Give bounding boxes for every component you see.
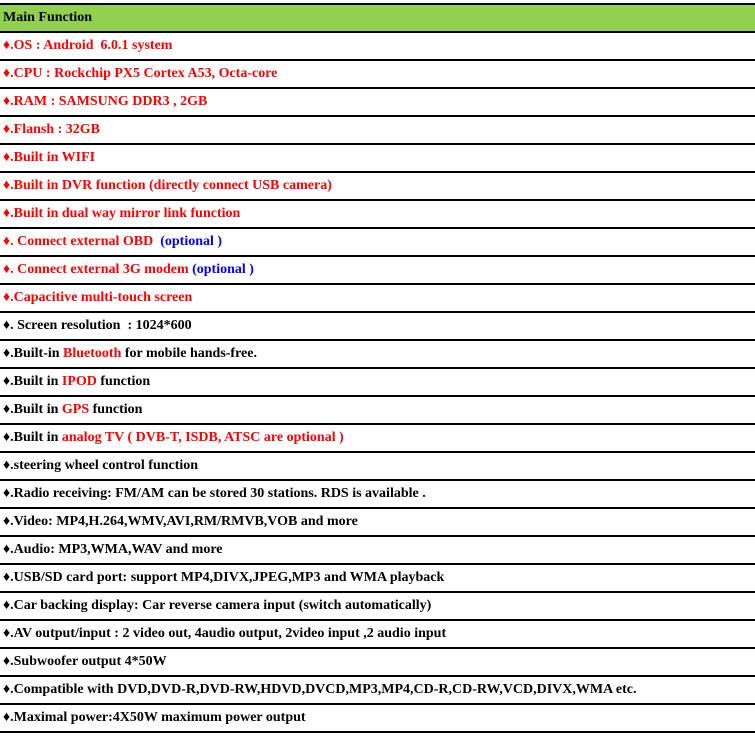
feature-text-segment: ♦.Subwoofer output 4*50W (3, 654, 167, 669)
feature-text-segment: ♦.Video: MP4,H.264,WMV,AVI,RM/RMVB,VOB a… (3, 514, 358, 529)
feature-text-segment: function (89, 402, 143, 417)
feature-cell: ♦.Built in dual way mirror link function (0, 199, 755, 228)
feature-text-segment: ♦.Built in WIFI (3, 150, 96, 165)
feature-text-segment: ♦.Flansh : 32GB (3, 122, 100, 137)
feature-text-segment: ♦.AV output/input : 2 video out, 4audio … (3, 626, 447, 641)
table-row: ♦.Built-in Bluetooth for mobile hands-fr… (0, 339, 755, 368)
table-row: ♦.CPU : Rockchip PX5 Cortex A53, Octa-co… (0, 59, 755, 88)
feature-text-segment: ♦.Built in (3, 430, 62, 445)
feature-text-segment: Bluetooth (63, 346, 122, 361)
feature-text-segment: ♦. Connect external 3G modem (3, 262, 193, 277)
table-row: ♦.Compatible with DVD,DVD-R,DVD-RW,HDVD,… (0, 675, 755, 704)
feature-text-segment: IPOD (61, 374, 97, 389)
feature-text-segment: ♦.steering wheel control function (3, 458, 199, 473)
spec-table-body: Main Function ♦.OS : Android 6.0.1 syste… (0, 3, 755, 733)
table-row: ♦.RAM : SAMSUNG DDR3 , 2GB (0, 87, 755, 116)
feature-cell: ♦.steering wheel control function (0, 451, 755, 480)
feature-cell: ♦.USB/SD card port: support MP4,DIVX,JPE… (0, 563, 755, 592)
feature-text-segment: ♦.Audio: MP3,WMA,WAV and more (3, 542, 223, 557)
feature-cell: ♦.Built in analog TV ( DVB-T, ISDB, ATSC… (0, 423, 755, 452)
feature-text-segment: GPS (61, 402, 90, 417)
feature-cell: ♦.RAM : SAMSUNG DDR3 , 2GB (0, 87, 755, 116)
table-row: ♦.Built in DVR function (directly connec… (0, 171, 755, 200)
table-row: ♦.Built in analog TV ( DVB-T, ISDB, ATSC… (0, 423, 755, 452)
feature-cell: ♦.Capacitive multi-touch screen (0, 283, 755, 312)
feature-cell: ♦.Compatible with DVD,DVD-R,DVD-RW,HDVD,… (0, 675, 755, 704)
feature-cell: ♦.Subwoofer output 4*50W (0, 647, 755, 676)
feature-text-segment: analog TV ( DVB-T, ISDB, ATSC are option… (61, 430, 344, 445)
feature-text-segment: function (96, 374, 151, 389)
feature-text-segment: ♦.Compatible with DVD,DVD-R,DVD-RW,HDVD,… (3, 682, 637, 697)
feature-cell: ♦.AV output/input : 2 video out, 4audio … (0, 619, 755, 648)
table-row: ♦.USB/SD card port: support MP4,DIVX,JPE… (0, 563, 755, 592)
table-row: ♦.OS : Android 6.0.1 system (0, 31, 755, 60)
feature-text-segment: ♦.OS : Android 6.0.1 system (3, 38, 173, 53)
feature-text-segment: ♦.Built in DVR function (directly connec… (3, 178, 332, 193)
table-row: ♦.Flansh : 32GB (0, 115, 755, 144)
feature-text-segment: ♦. Screen resolution : 1024*600 (3, 318, 192, 333)
feature-cell: ♦.Flansh : 32GB (0, 115, 755, 144)
table-row: ♦.Built in WIFI (0, 143, 755, 172)
table-row: ♦.steering wheel control function (0, 451, 755, 480)
table-header-title: Main Function (0, 3, 755, 32)
table-row: ♦.AV output/input : 2 video out, 4audio … (0, 619, 755, 648)
table-header-row: Main Function (0, 3, 755, 32)
feature-text-segment: ♦.Maximal power:4X50W maximum power outp… (3, 710, 306, 725)
feature-text-segment: ♦.Radio receiving: FM/AM can be stored 3… (3, 486, 426, 501)
feature-text-segment: ♦.Built in dual way mirror link function (3, 206, 241, 221)
feature-text-segment: for mobile hands-free. (121, 346, 257, 361)
feature-cell: ♦.Radio receiving: FM/AM can be stored 3… (0, 479, 755, 508)
table-row: ♦.Subwoofer output 4*50W (0, 647, 755, 676)
table-row: ♦.Car backing display: Car reverse camer… (0, 591, 755, 620)
table-row: ♦. Screen resolution : 1024*600 (0, 311, 755, 340)
feature-text-segment: ♦.Built in (3, 402, 62, 417)
table-row: ♦.Video: MP4,H.264,WMV,AVI,RM/RMVB,VOB a… (0, 507, 755, 536)
table-row: ♦.Built in dual way mirror link function (0, 199, 755, 228)
feature-cell: ♦.OS : Android 6.0.1 system (0, 31, 755, 60)
table-row: ♦.Built in GPS function (0, 395, 755, 424)
feature-text-segment: (optional ) (160, 234, 223, 249)
feature-cell: ♦.Car backing display: Car reverse camer… (0, 591, 755, 620)
feature-cell: ♦. Connect external OBD (optional ) (0, 227, 755, 256)
feature-cell: ♦.Audio: MP3,WMA,WAV and more (0, 535, 755, 564)
feature-cell: ♦.Built-in Bluetooth for mobile hands-fr… (0, 339, 755, 368)
feature-text-segment: ♦.Built-in (3, 346, 64, 361)
feature-text-segment: ♦.RAM : SAMSUNG DDR3 , 2GB (3, 94, 208, 109)
table-row: ♦.Maximal power:4X50W maximum power outp… (0, 703, 755, 733)
feature-cell: ♦.Video: MP4,H.264,WMV,AVI,RM/RMVB,VOB a… (0, 507, 755, 536)
feature-cell: ♦.Built in DVR function (directly connec… (0, 171, 755, 200)
table-row: ♦.Built in IPOD function (0, 367, 755, 396)
feature-cell: ♦.CPU : Rockchip PX5 Cortex A53, Octa-co… (0, 59, 755, 88)
feature-cell: ♦.Built in IPOD function (0, 367, 755, 396)
feature-cell: ♦.Built in GPS function (0, 395, 755, 424)
main-function-table: Main Function ♦.OS : Android 6.0.1 syste… (0, 3, 755, 733)
feature-text-segment: ♦.Built in (3, 374, 62, 389)
table-row: ♦.Radio receiving: FM/AM can be stored 3… (0, 479, 755, 508)
table-row: ♦.Capacitive multi-touch screen (0, 283, 755, 312)
feature-text-segment: ♦.Car backing display: Car reverse camer… (3, 598, 432, 613)
feature-cell: ♦.Maximal power:4X50W maximum power outp… (0, 703, 755, 733)
feature-text-segment: ♦. Connect external OBD (3, 234, 161, 249)
table-row: ♦. Connect external 3G modem (optional ) (0, 255, 755, 284)
feature-cell: ♦.Built in WIFI (0, 143, 755, 172)
table-row: ♦.Audio: MP3,WMA,WAV and more (0, 535, 755, 564)
feature-text-segment: (optional ) (192, 262, 254, 277)
table-row: ♦. Connect external OBD (optional ) (0, 227, 755, 256)
feature-text-segment: ♦.USB/SD card port: support MP4,DIVX,JPE… (3, 570, 445, 585)
feature-text-segment: ♦.CPU : Rockchip PX5 Cortex A53, Octa-co… (3, 66, 278, 81)
feature-text-segment: ♦.Capacitive multi-touch screen (3, 290, 193, 305)
feature-cell: ♦. Connect external 3G modem (optional ) (0, 255, 755, 284)
feature-cell: ♦. Screen resolution : 1024*600 (0, 311, 755, 340)
